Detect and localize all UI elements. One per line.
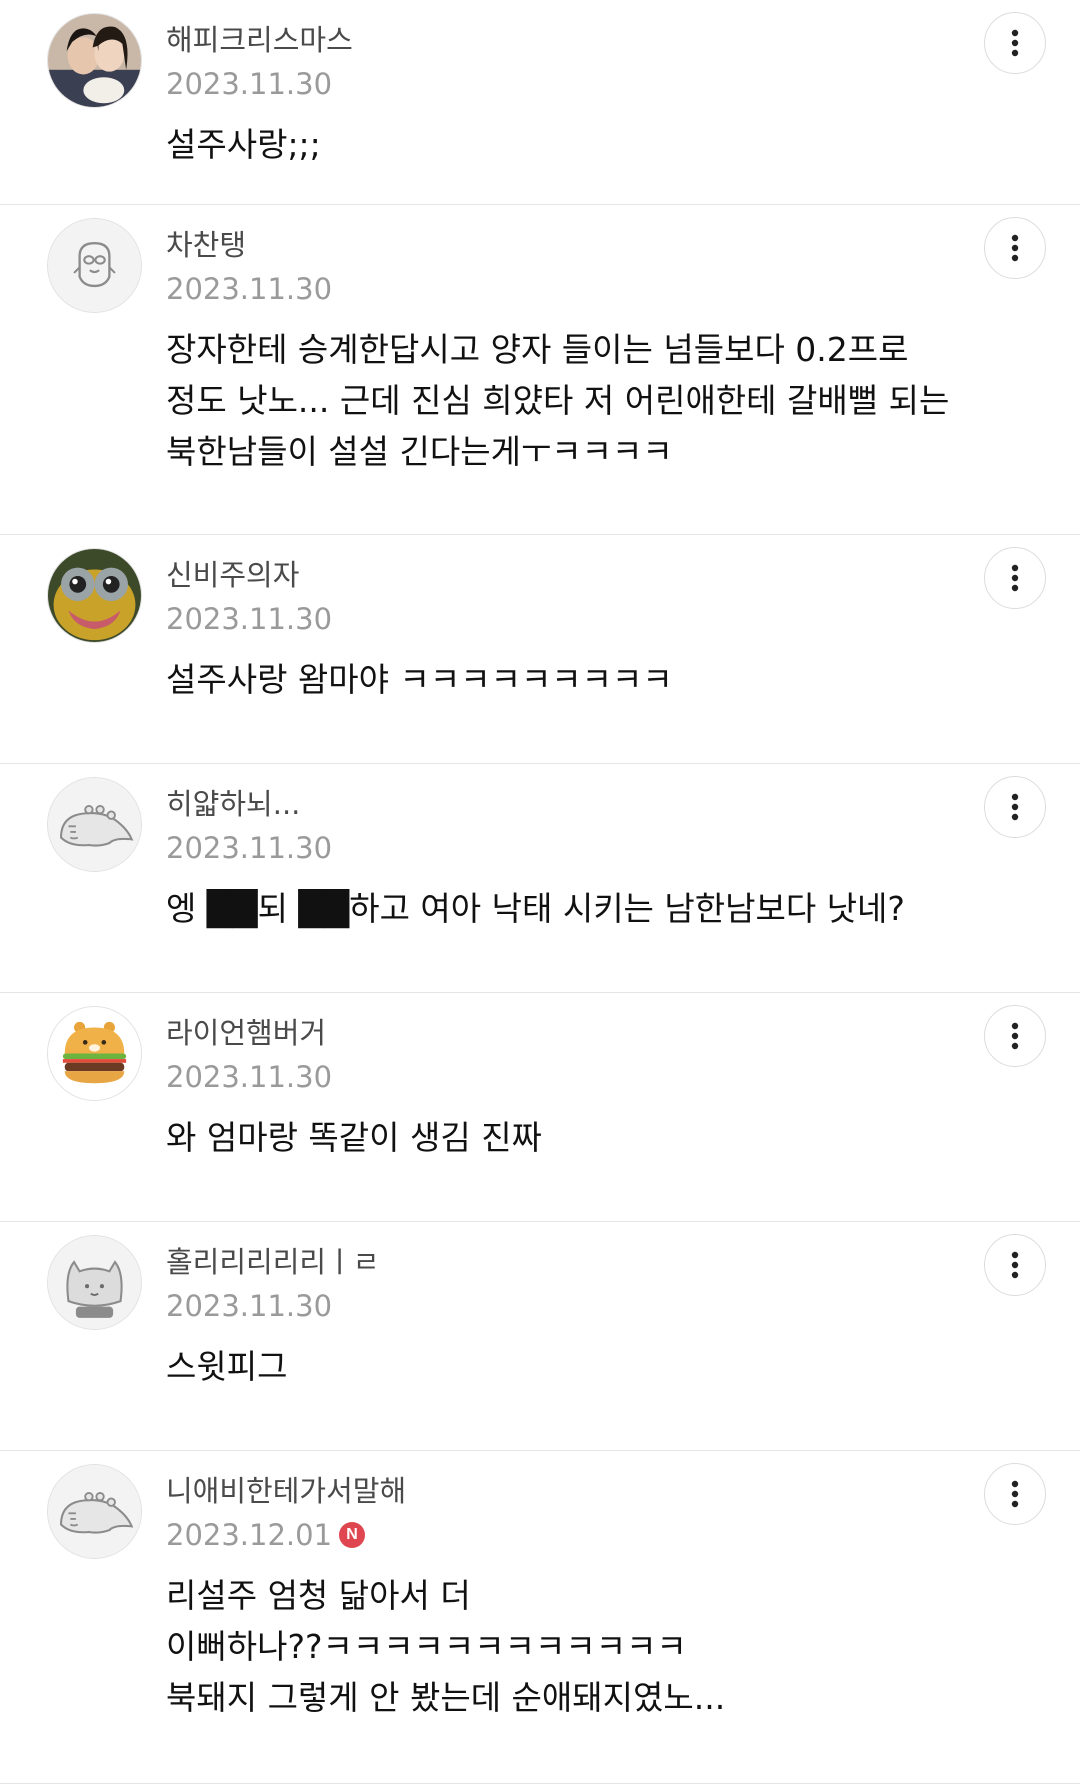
comment-item: 홀리리리리리ㅣㄹ 2023.11.30 스윗피그 [0,1222,1080,1451]
vertical-dots-icon [1011,234,1019,262]
dino-icon [48,778,141,871]
photo-avatar-icon [48,14,141,107]
new-badge: N [339,1522,366,1548]
comment-text: 리설주 엄청 닮아서 더 이뻐하나??ㅋㅋㅋㅋㅋㅋㅋㅋㅋㅋㅋㅋ 북돼지 그렇게 … [166,1570,1020,1723]
comment-nickname[interactable]: 신비주의자 [166,557,299,593]
comment-item: 해피크리스마스 2023.11.30 설주사랑;;; [0,0,1080,205]
comment-text: 설주사랑 왐마야 ㅋㅋㅋㅋㅋㅋㅋㅋㅋ [166,654,1020,705]
comment-date-row: 2023.11.30 [166,1059,332,1095]
dino-icon [48,1465,141,1558]
vertical-dots-icon [1011,1480,1019,1508]
more-options-button[interactable] [984,1005,1046,1067]
comment-text-line: 정도 낫노... 근데 진심 희얐타 저 어린애한테 갈배뻘 되는 [166,381,950,420]
comment-text: 스윗피그 [166,1341,1020,1392]
comment-date-row: 2023.11.30 [166,271,332,307]
comment-text: 장자한테 승계한답시고 양자 들이는 넘들보다 0.2프로 정도 낫노... 근… [166,324,1020,477]
comment-date: 2023.11.30 [166,602,333,636]
comment-text-line: 스윗피그 [166,1347,288,1386]
comment-text-line: 엥 ██되 ██하고 여아 낙태 시키는 남한남보다 낫네? [166,889,905,928]
more-options-button[interactable] [984,776,1046,838]
more-options-button[interactable] [984,12,1046,74]
comment-date: 2023.11.30 [166,1289,333,1323]
lion-burger-icon [48,1007,141,1100]
comment-text-line: 와 엄마랑 똑같이 생김 진짜 [166,1118,542,1157]
vertical-dots-icon [1011,1022,1019,1050]
more-options-button[interactable] [984,217,1046,279]
comment-text-line: 이뻐하나??ㅋㅋㅋㅋㅋㅋㅋㅋㅋㅋㅋㅋ [166,1627,687,1666]
comment-item: 신비주의자 2023.11.30 설주사랑 왐마야 ㅋㅋㅋㅋㅋㅋㅋㅋㅋ [0,535,1080,764]
cat-icon [48,1236,141,1329]
avatar[interactable] [47,218,142,313]
more-options-button[interactable] [984,547,1046,609]
comment-item: 라이언햄버거 2023.11.30 와 엄마랑 똑같이 생김 진짜 [0,993,1080,1222]
avatar[interactable] [47,1235,142,1330]
vertical-dots-icon [1011,793,1019,821]
comment-date: 2023.11.30 [166,1060,333,1094]
avatar[interactable] [47,777,142,872]
comment-nickname[interactable]: 차찬탱 [166,227,246,263]
cartoon-face-icon [48,549,141,642]
comment-text-line: 북한남들이 설설 긴다는게ㅜㅋㅋㅋㅋ [166,432,673,471]
comment-text: 엥 ██되 ██하고 여아 낙태 시키는 남한남보다 낫네? [166,883,1020,934]
comment-date-row: 2023.12.01 N [166,1517,366,1553]
comment-nickname[interactable]: 홀리리리리리ㅣㄹ [166,1244,379,1280]
comment-nickname[interactable]: 히얇하뇌... [166,786,300,822]
more-options-button[interactable] [984,1463,1046,1525]
avatar[interactable] [47,1006,142,1101]
comment-date: 2023.11.30 [166,67,333,101]
comment-text-line: 설주사랑;;; [166,125,321,164]
vertical-dots-icon [1011,1251,1019,1279]
comment-date: 2023.11.30 [166,272,333,306]
comment-nickname[interactable]: 해피크리스마스 [166,22,353,58]
comment-date-row: 2023.11.30 [166,830,332,866]
comment-text-line: 북돼지 그렇게 안 봤는데 순애돼지였노... [166,1678,726,1717]
avatar[interactable] [47,13,142,108]
comment-text-line: 설주사랑 왐마야 ㅋㅋㅋㅋㅋㅋㅋㅋㅋ [166,660,673,699]
comment-text-line: 리설주 엄청 닮아서 더 [166,1576,471,1615]
comment-nickname[interactable]: 니애비한테가서말해 [166,1473,406,1509]
comment-nickname[interactable]: 라이언햄버거 [166,1015,326,1051]
comment-date: 2023.12.01 [166,1518,333,1552]
vertical-dots-icon [1011,29,1019,57]
comment-date-row: 2023.11.30 [166,601,332,637]
comment-text: 와 엄마랑 똑같이 생김 진짜 [166,1112,1020,1163]
comment-date-row: 2023.11.30 [166,66,332,102]
vertical-dots-icon [1011,564,1019,592]
avatar[interactable] [47,1464,142,1559]
comment-list: 해피크리스마스 2023.11.30 설주사랑;;; 차찬탱 2023.11.3… [0,0,1080,1784]
comment-item: 차찬탱 2023.11.30 장자한테 승계한답시고 양자 들이는 넘들보다 0… [0,205,1080,535]
comment-date-row: 2023.11.30 [166,1288,332,1324]
comment-item: 히얇하뇌... 2023.11.30 엥 ██되 ██하고 여아 낙태 시키는 … [0,764,1080,993]
comment-date: 2023.11.30 [166,831,333,865]
comment-item: 니애비한테가서말해 2023.12.01 N 리설주 엄청 닮아서 더 이뻐하나… [0,1451,1080,1784]
default-character-icon [48,219,141,312]
avatar[interactable] [47,548,142,643]
more-options-button[interactable] [984,1234,1046,1296]
comment-text-line: 장자한테 승계한답시고 양자 들이는 넘들보다 0.2프로 [166,330,909,369]
comment-text: 설주사랑;;; [166,119,1020,170]
